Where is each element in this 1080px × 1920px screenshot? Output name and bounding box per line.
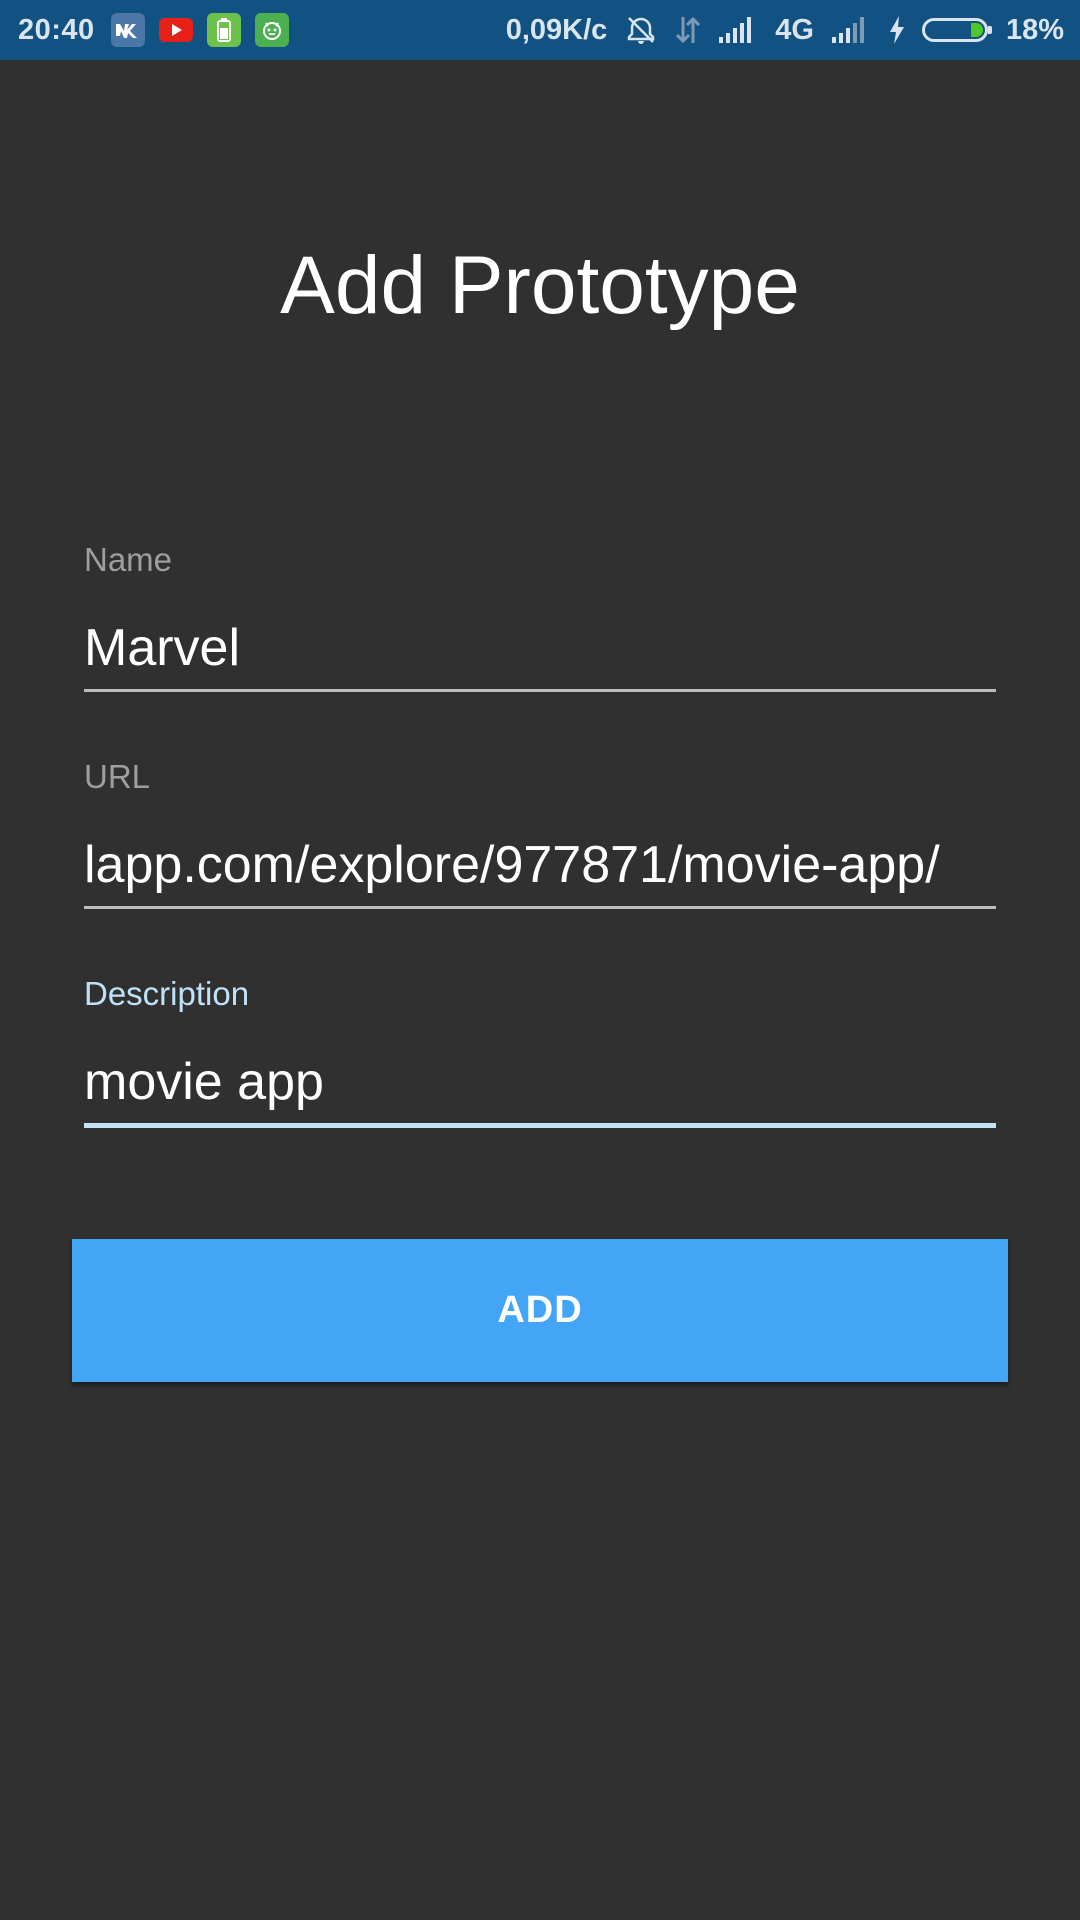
name-field-underline — [84, 689, 996, 692]
clock: 20:40 — [18, 13, 95, 46]
vk-icon — [110, 13, 145, 47]
status-bar-right: 0,09K/c 4G 18% — [506, 14, 1064, 47]
description-field-label: Description — [84, 975, 250, 1012]
status-bar: 20:40 0,09K/c 4G 18% — [0, 0, 1080, 60]
url-field-underline — [84, 906, 996, 909]
description-input[interactable]: movie app — [84, 1052, 996, 1112]
url-field-label: URL — [84, 758, 151, 795]
battery-level — [970, 23, 983, 37]
youtube-icon — [158, 13, 193, 47]
battery-tip — [987, 26, 992, 34]
alarm-off-icon — [625, 14, 657, 46]
network-type: 4G — [775, 13, 814, 46]
android-bot-icon — [254, 13, 289, 47]
signal-strength-secondary-icon — [831, 17, 870, 43]
description-field-underline — [84, 1123, 996, 1128]
name-field[interactable]: Name Marvel — [84, 540, 996, 692]
url-field[interactable]: URL lapp.com/explore/977871/movie-app/ — [84, 757, 996, 909]
name-input[interactable]: Marvel — [84, 618, 996, 678]
battery-percent: 18% — [1005, 13, 1064, 46]
status-bar-left: 20:40 — [18, 13, 303, 47]
battery-icon — [921, 18, 992, 42]
signal-strength-icon — [719, 17, 757, 43]
description-field[interactable]: Description movie app — [84, 974, 996, 1128]
battery-app-icon — [206, 13, 241, 47]
charging-icon — [888, 15, 906, 45]
page-title: Add Prototype — [280, 240, 800, 331]
data-transfer-icon — [675, 15, 701, 45]
url-input[interactable]: lapp.com/explore/977871/movie-app/ — [84, 835, 996, 895]
name-field-label: Name — [84, 541, 173, 578]
network-speed: 0,09K/c — [505, 13, 608, 46]
add-button[interactable]: ADD — [72, 1239, 1008, 1382]
